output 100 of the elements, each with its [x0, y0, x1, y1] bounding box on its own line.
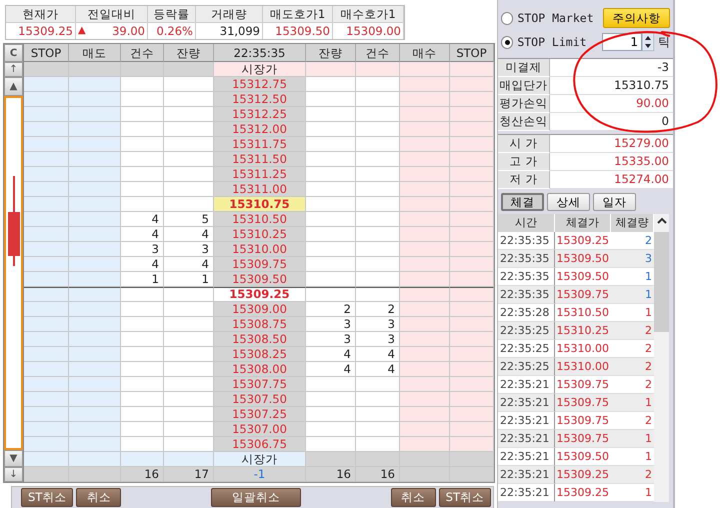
table-cell: [164, 182, 214, 197]
tab[interactable]: 상세: [547, 193, 590, 211]
total-cell: [400, 467, 450, 482]
spinner-arrows-icon[interactable]: [642, 33, 654, 51]
tab[interactable]: 일자: [593, 193, 636, 211]
table-cell: [69, 212, 121, 227]
cancel-all-button[interactable]: 일괄취소: [211, 488, 301, 507]
table-cell: [306, 152, 356, 167]
table-cell: [69, 227, 121, 242]
quantity-cell: 2: [611, 322, 654, 340]
cancel-button[interactable]: 취소: [390, 488, 436, 507]
price-cell: 15310.00: [555, 340, 611, 358]
time-cell: 22:35:35: [498, 268, 555, 286]
clear-button[interactable]: C: [4, 44, 23, 62]
price-cell: 15307.00: [214, 422, 306, 437]
table-cell: [24, 452, 69, 467]
table-cell: [356, 437, 400, 452]
table-cell: [24, 152, 69, 167]
table-cell: [356, 167, 400, 182]
column-header: 체결가: [555, 214, 611, 232]
radio-button[interactable]: [501, 12, 514, 24]
price-cell: 15308.50: [214, 332, 306, 347]
column-header: 매도: [69, 44, 121, 62]
table-cell: [450, 332, 494, 347]
table-cell: [24, 332, 69, 347]
scroll-top-button[interactable]: ↑: [4, 62, 23, 77]
table-cell: [450, 362, 494, 377]
table-cell: [121, 107, 164, 122]
table-cell: [24, 77, 69, 92]
table-cell: [164, 197, 214, 212]
table-cell: [450, 407, 494, 422]
table-cell: [164, 437, 214, 452]
price-cell: 15309.75: [555, 412, 611, 430]
table-cell: [450, 302, 494, 317]
field-value: -3: [550, 59, 673, 77]
table-cell: [24, 92, 69, 107]
quantity-cell: 3: [306, 317, 356, 332]
total-cell: [69, 467, 121, 482]
scroll-down-button[interactable]: ▼: [4, 450, 23, 467]
table-cell: [306, 452, 356, 467]
table-cell: [164, 77, 214, 92]
column-header: 잔량: [164, 44, 214, 62]
quantity-cell: 1: [611, 304, 654, 322]
table-cell: [24, 392, 69, 407]
quantity-cell: 4: [121, 257, 164, 272]
quantity-cell: 2: [611, 376, 654, 394]
tab[interactable]: 체결: [501, 193, 544, 211]
quantity-cell: 1: [611, 394, 654, 412]
table-cell: [24, 422, 69, 437]
radio-label: STOP Market: [517, 11, 595, 25]
price-cell: 15310.00: [555, 358, 611, 376]
time-cell: 22:35:35: [498, 250, 555, 268]
table-cell: [400, 422, 450, 437]
table-cell: [450, 272, 494, 287]
table-cell: [356, 392, 400, 407]
time-cell: 22:35:28: [498, 304, 555, 322]
table-cell: [450, 77, 494, 92]
quantity-cell: 4: [121, 227, 164, 242]
tick-field[interactable]: 1: [602, 33, 642, 51]
table-cell: [306, 167, 356, 182]
up-arrow-icon: ▲: [78, 23, 86, 39]
table-cell: [69, 422, 121, 437]
notice-button[interactable]: 주의사항: [603, 8, 670, 28]
cancel-button[interactable]: ST취소: [21, 488, 74, 507]
price-cell: 15308.25: [214, 347, 306, 362]
table-cell: [450, 107, 494, 122]
table-cell: [69, 152, 121, 167]
column-header: 체결량: [611, 214, 654, 232]
radio-button[interactable]: [501, 36, 514, 48]
table-cell: [356, 287, 400, 302]
price-cell: 15309.50: [555, 268, 611, 286]
price-cell: 15308.75: [214, 317, 306, 332]
time-cell: 22:35:21: [498, 466, 555, 484]
column-header: 매도호가1: [263, 6, 333, 23]
table-cell: [400, 137, 450, 152]
time-cell: 22:35:21: [498, 448, 555, 466]
table-cell: [24, 272, 69, 287]
table-cell: [400, 392, 450, 407]
quantity-cell: 3: [121, 242, 164, 257]
table-cell: [306, 62, 356, 77]
scrollbar-thumb[interactable]: [654, 232, 669, 332]
table-cell: [306, 257, 356, 272]
quantity-cell: 3: [356, 332, 400, 347]
scroll-up-button[interactable]: ▲: [4, 77, 23, 96]
table-cell: [24, 242, 69, 257]
table-cell: [356, 182, 400, 197]
table-cell: [69, 77, 121, 92]
table-cell: [121, 392, 164, 407]
table-cell: [121, 122, 164, 137]
table-cell: [24, 122, 69, 137]
table-cell: [450, 92, 494, 107]
scroll-bottom-button[interactable]: ↓: [4, 467, 23, 482]
table-cell: [356, 242, 400, 257]
price-cell: 15310.25: [555, 322, 611, 340]
cancel-button[interactable]: ST취소: [438, 488, 491, 507]
table-cell: [69, 107, 121, 122]
cancel-button[interactable]: 취소: [76, 488, 122, 507]
table-cell: [400, 362, 450, 377]
table-cell: [450, 167, 494, 182]
table-cell: [400, 287, 450, 302]
